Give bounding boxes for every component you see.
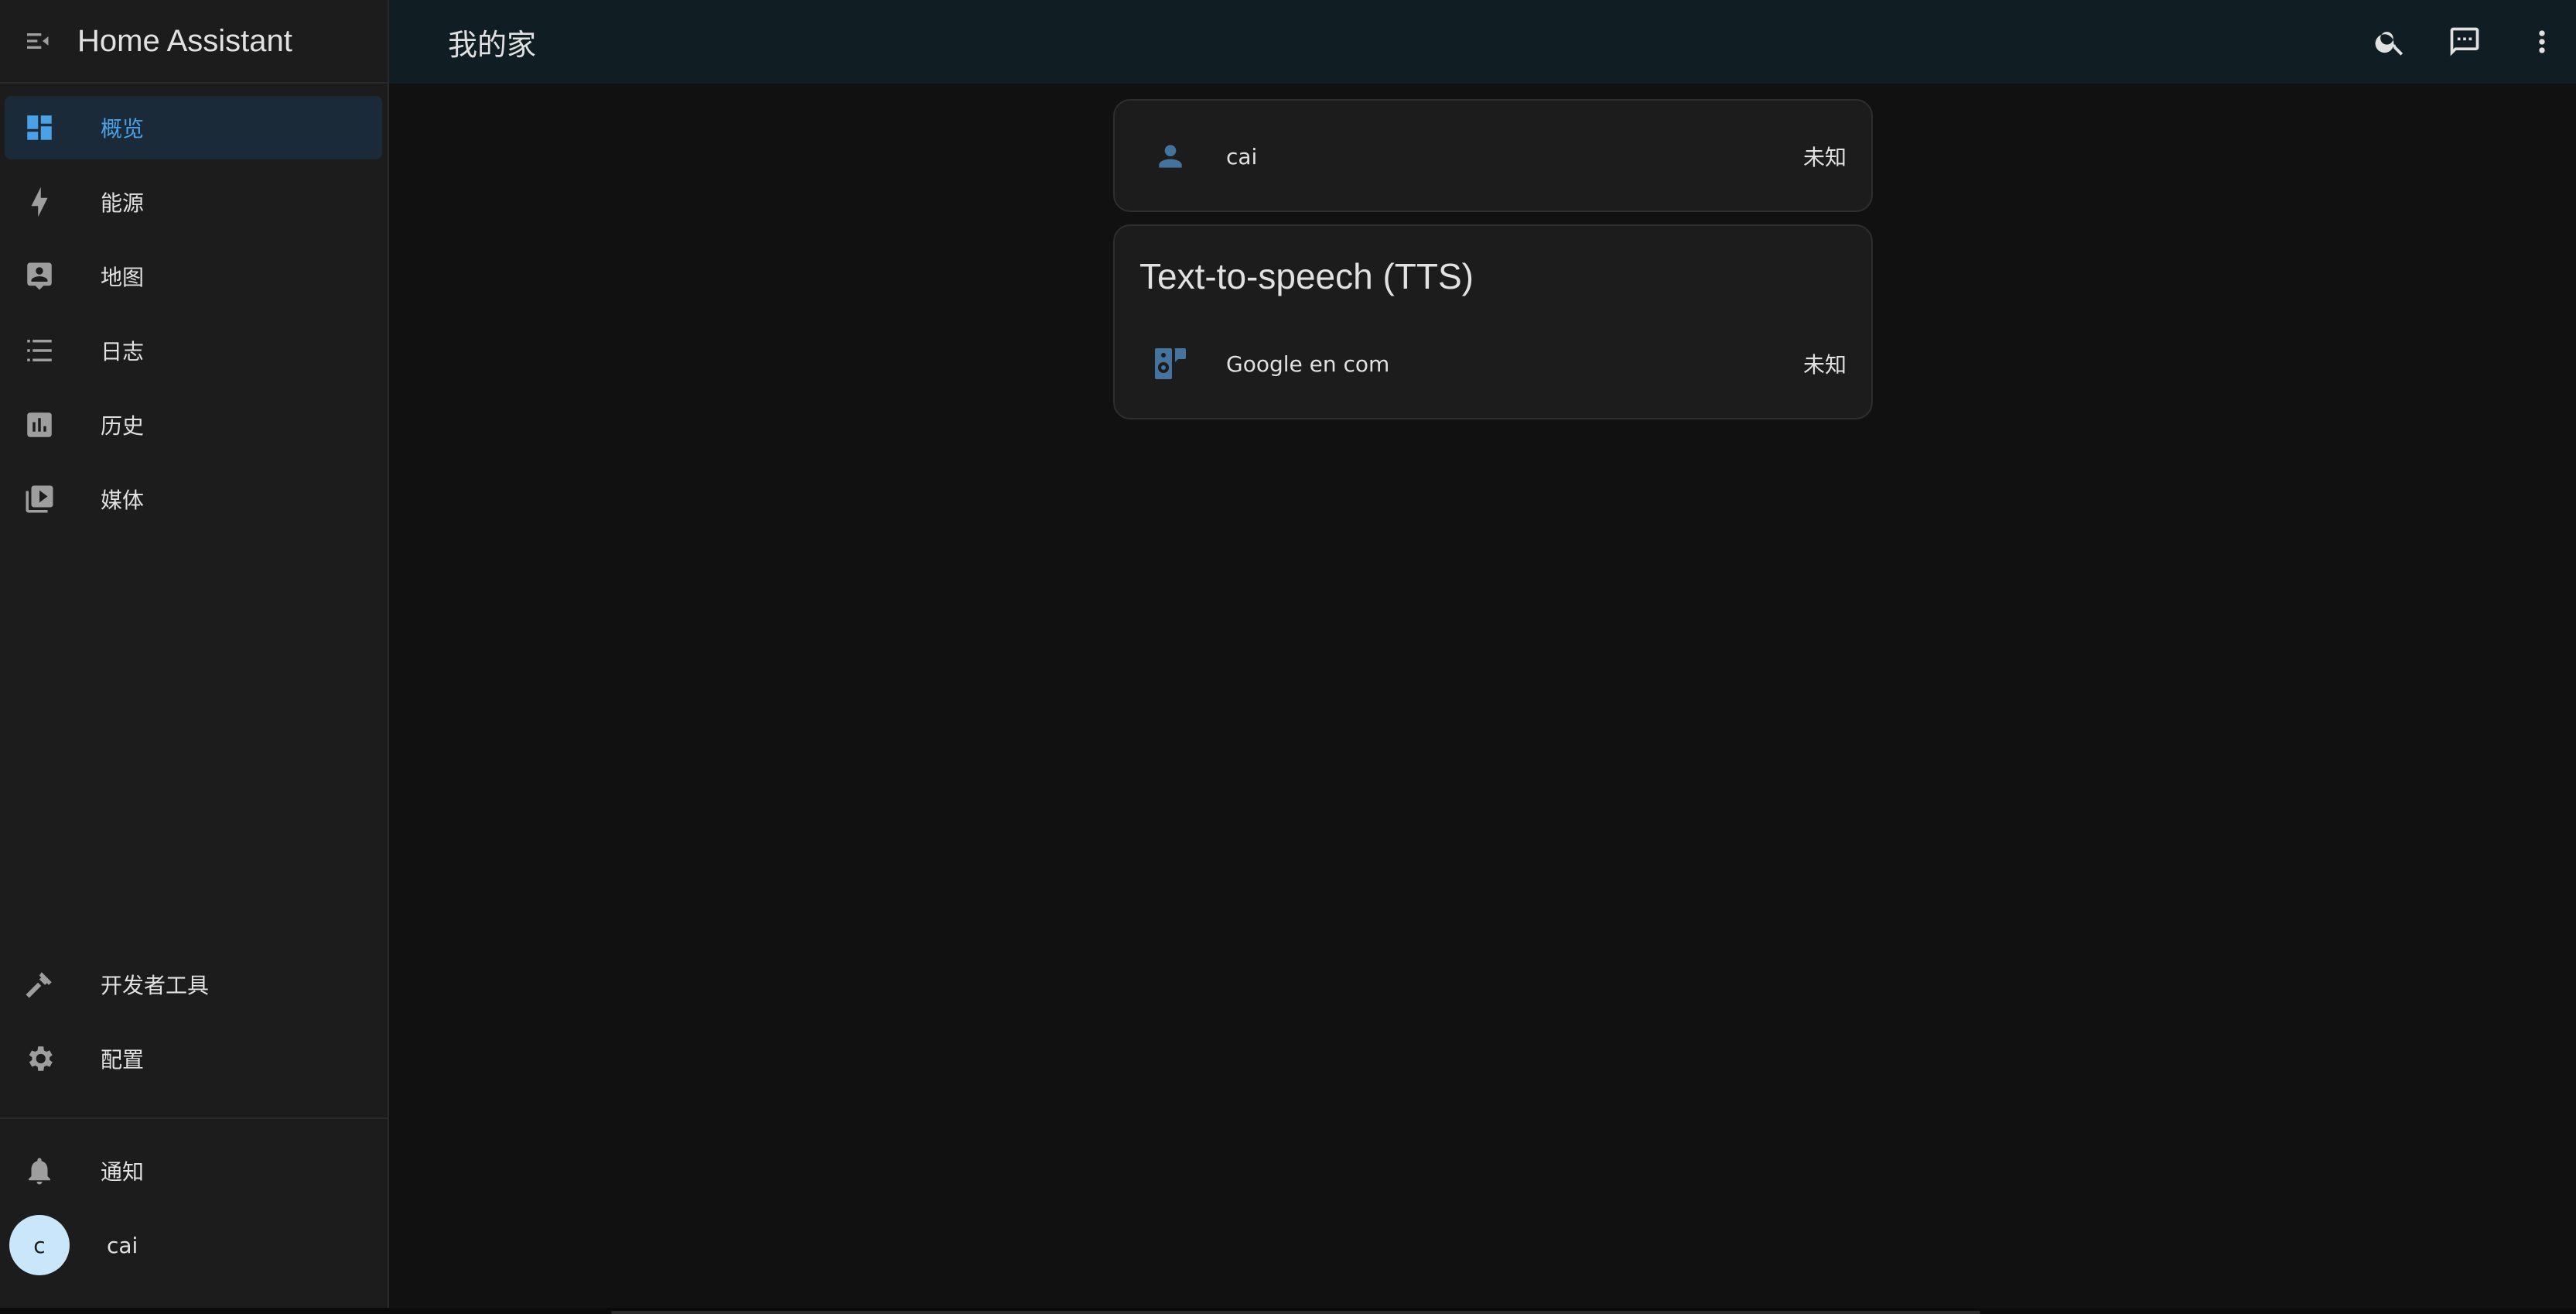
chart-box-icon xyxy=(5,409,74,441)
sidebar-item-label: 概览 xyxy=(101,116,145,142)
map-person-icon xyxy=(5,260,74,293)
avatar-wrapper: c xyxy=(5,1215,74,1275)
comment-processing-icon xyxy=(2450,27,2479,56)
scroll-handle[interactable] xyxy=(611,1311,1980,1314)
assist-button[interactable] xyxy=(2440,17,2489,67)
entity-state: 未知 xyxy=(1802,145,1847,170)
sidebar-divider xyxy=(0,1117,389,1119)
sidebar-item-notifications[interactable]: 通知 xyxy=(5,1139,382,1203)
sidebar-item-label: 配置 xyxy=(101,1047,145,1073)
account-icon xyxy=(1139,125,1201,187)
sidebar-item-label: 日志 xyxy=(101,339,145,364)
dots-vertical-icon xyxy=(2539,30,2545,53)
tts-entity-row[interactable]: Google en com 未知 xyxy=(1115,333,1871,395)
entity-state: 未知 xyxy=(1802,352,1847,378)
sidebar-item-label: 媒体 xyxy=(101,488,145,513)
search-button[interactable] xyxy=(2366,17,2415,67)
top-app-bar: 我的家 xyxy=(389,0,2576,84)
sidebar-item-label: 通知 xyxy=(101,1159,145,1185)
sidebar-item-profile[interactable]: c cai xyxy=(5,1213,382,1277)
sidebar-item-label: 地图 xyxy=(101,265,145,290)
entity-name: Google en com xyxy=(1226,351,1390,377)
lightning-bolt-icon xyxy=(5,186,74,218)
sidebar-item-energy[interactable]: 能源 xyxy=(5,170,382,234)
sidebar-user-name: cai xyxy=(107,1232,138,1258)
sidebar-item-history[interactable]: 历史 xyxy=(5,393,382,457)
gear-icon xyxy=(5,1042,74,1075)
sidebar-item-logbook[interactable]: 日志 xyxy=(5,319,382,382)
media-play-icon xyxy=(5,483,74,515)
person-entity-card: cai 未知 xyxy=(1113,99,1873,212)
dashboard-icon xyxy=(5,111,74,144)
sidebar-item-media[interactable]: 媒体 xyxy=(5,467,382,531)
sidebar-item-label: 开发者工具 xyxy=(101,973,210,998)
sidebar-item-label: 历史 xyxy=(101,413,145,439)
sidebar-item-settings[interactable]: 配置 xyxy=(5,1027,382,1090)
hammer-icon xyxy=(5,968,74,1001)
sidebar-item-label: 能源 xyxy=(101,190,145,216)
tts-entities-card: Text-to-speech (TTS) Google en com 未知 xyxy=(1113,224,1873,419)
page-title: 我的家 xyxy=(448,27,537,62)
list-icon xyxy=(5,334,74,367)
bell-icon xyxy=(5,1155,74,1187)
sidebar: Home Assistant 概览 能源 地图 日志 历史 媒体 开发者工具 配… xyxy=(0,0,389,1308)
entity-name: cai xyxy=(1226,143,1258,169)
search-icon xyxy=(2375,32,2403,56)
overflow-menu-button[interactable] xyxy=(2517,17,2567,67)
speaker-message-icon xyxy=(1139,333,1201,395)
menu-collapse-icon xyxy=(27,33,49,49)
avatar: c xyxy=(9,1215,70,1275)
person-entity-row[interactable]: cai 未知 xyxy=(1115,125,1871,187)
collapse-menu-button[interactable] xyxy=(0,0,77,83)
sidebar-item-map[interactable]: 地图 xyxy=(5,245,382,308)
sidebar-header: Home Assistant xyxy=(0,0,388,84)
card-title: Text-to-speech (TTS) xyxy=(1139,256,1474,296)
app-title: Home Assistant xyxy=(77,23,292,58)
sidebar-item-developer-tools[interactable]: 开发者工具 xyxy=(5,953,382,1016)
sidebar-item-overview[interactable]: 概览 xyxy=(5,96,382,159)
